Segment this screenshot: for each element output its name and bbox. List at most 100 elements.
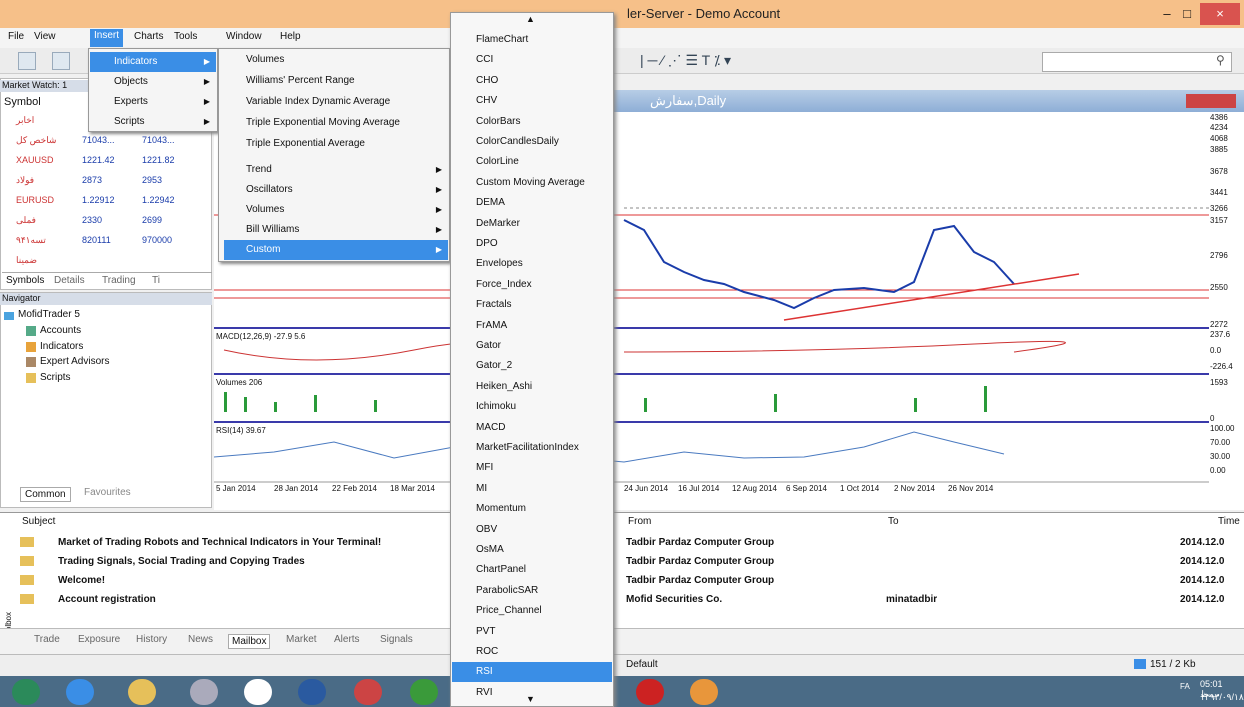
taskbar-lang[interactable]: FA	[1180, 682, 1190, 691]
tab-mailbox[interactable]: Mailbox	[228, 634, 271, 649]
mail-row[interactable]: Trading Signals, Social Trading and Copy…	[20, 553, 1244, 571]
profiles-icon[interactable]	[52, 52, 70, 70]
tab-ti[interactable]: Ti	[152, 275, 160, 286]
indicator-menu-item[interactable]: Volumes	[224, 50, 444, 70]
indicator-category-oscillators[interactable]: Oscillators ▶	[224, 180, 448, 200]
insert-scripts[interactable]: Scripts ▶	[90, 112, 216, 132]
tab-favourites[interactable]: Favourites	[84, 487, 131, 498]
tab-exposure[interactable]: Exposure	[78, 634, 120, 645]
custom-indicator-item[interactable]: ColorLine	[452, 152, 612, 172]
tab-trading[interactable]: Trading	[102, 275, 136, 286]
insert-indicators[interactable]: Indicators ▶	[90, 52, 216, 72]
indicator-menu-item[interactable]: Variable Index Dynamic Average	[224, 92, 444, 112]
custom-indicator-item[interactable]: ColorCandlesDaily	[452, 132, 612, 152]
tab-signals[interactable]: Signals	[380, 634, 413, 645]
custom-indicator-item[interactable]: ChartPanel	[452, 560, 612, 580]
custom-indicator-item[interactable]: MI	[452, 479, 612, 499]
custom-indicator-item[interactable]: PVT	[452, 622, 612, 642]
custom-indicator-item[interactable]: DEMA	[452, 193, 612, 213]
menu-help[interactable]: Help	[276, 31, 305, 42]
custom-indicator-item[interactable]: Fractals	[452, 295, 612, 315]
nav-accounts[interactable]: Accounts	[40, 325, 81, 336]
custom-indicator-item[interactable]: Momentum	[452, 499, 612, 519]
custom-indicator-item[interactable]: MFI	[452, 458, 612, 478]
custom-indicator-item[interactable]: Price_Channel	[452, 601, 612, 621]
indicator-category-bill-williams[interactable]: Bill Williams ▶	[224, 220, 448, 240]
new-chart-icon[interactable]	[18, 52, 36, 70]
tab-news[interactable]: News	[188, 634, 213, 645]
custom-indicator-item[interactable]: Ichimoku	[452, 397, 612, 417]
market-watch-row[interactable]: XAUUSD 1221.42 1221.82	[2, 152, 198, 168]
media-icon[interactable]	[244, 679, 272, 705]
indicator-menu-item[interactable]: Williams' Percent Range	[224, 71, 444, 91]
file-explorer-icon[interactable]	[128, 679, 156, 705]
custom-indicator-item[interactable]: MACD	[452, 418, 612, 438]
chart-window-controls-icon[interactable]	[1186, 94, 1236, 108]
market-watch-row[interactable]: EURUSD 1.22912 1.22942	[2, 192, 198, 208]
custom-indicator-item[interactable]: Gator_2	[452, 356, 612, 376]
custom-indicator-item[interactable]: Force_Index	[452, 275, 612, 295]
market-watch-row[interactable]: فولاد 2873 2953	[2, 172, 198, 188]
custom-indicator-item[interactable]: RVI	[452, 683, 612, 703]
tab-alerts[interactable]: Alerts	[334, 634, 360, 645]
subject-header[interactable]: Subject	[22, 516, 55, 527]
app2-icon[interactable]	[298, 679, 326, 705]
mail-row[interactable]: Welcome! Tadbir Pardaz Computer Group 2014…	[20, 572, 1244, 590]
custom-indicator-item[interactable]: DeMarker	[452, 214, 612, 234]
custom-indicator-item[interactable]: DPO	[452, 234, 612, 254]
custom-indicator-item[interactable]: Gator	[452, 336, 612, 356]
market-watch-row[interactable]: فملی 2330 2699	[2, 212, 198, 228]
symbol-column-header[interactable]: Symbol	[4, 96, 41, 108]
search-icon[interactable]: ⚲	[1216, 53, 1225, 67]
tab-trade[interactable]: Trade	[34, 634, 60, 645]
to-header[interactable]: To	[888, 516, 899, 527]
menu-window[interactable]: Window	[222, 31, 266, 42]
custom-indicator-item[interactable]: Heiken_Ashi	[452, 377, 612, 397]
tab-details[interactable]: Details	[54, 275, 85, 286]
nav-scripts[interactable]: Scripts	[40, 372, 71, 383]
market-watch-row[interactable]: تسه۹۴۱ 820111 970000	[2, 232, 198, 248]
scroll-up-icon[interactable]: ▲	[526, 14, 535, 24]
menu-charts[interactable]: Charts	[130, 31, 167, 42]
taskbar-date[interactable]: ۱۳۹۳/۰۹/۱۸	[1200, 692, 1244, 703]
menu-view[interactable]: View	[30, 31, 60, 42]
custom-indicator-item[interactable]: MarketFacilitationIndex	[452, 438, 612, 458]
start-button-icon[interactable]	[12, 679, 40, 705]
custom-indicator-item[interactable]: OBV	[452, 520, 612, 540]
indicator-category-custom[interactable]: Custom ▶	[224, 240, 448, 260]
time-header[interactable]: Time	[1218, 516, 1240, 527]
custom-indicator-item[interactable]: CCI	[452, 50, 612, 70]
indicator-menu-item[interactable]: Triple Exponential Moving Average	[224, 113, 444, 133]
market-watch-row[interactable]: ضمینا	[2, 252, 198, 268]
custom-indicator-item[interactable]: RSI	[452, 662, 612, 683]
custom-indicator-item[interactable]: ColorBars	[452, 112, 612, 132]
custom-indicator-item[interactable]: Custom Moving Average	[452, 173, 612, 193]
nav-root[interactable]: MofidTrader 5	[18, 309, 80, 320]
custom-indicator-item[interactable]: ROC	[452, 642, 612, 662]
nav-indicators[interactable]: Indicators	[40, 341, 83, 352]
nav-expert-advisors[interactable]: Expert Advisors	[40, 356, 109, 367]
tab-symbols[interactable]: Symbols	[6, 275, 44, 286]
from-header[interactable]: From	[628, 516, 651, 527]
music-icon[interactable]	[410, 679, 438, 705]
custom-indicator-item[interactable]: OsMA	[452, 540, 612, 560]
tab-market[interactable]: Market	[286, 634, 317, 645]
browser-icon[interactable]	[66, 679, 94, 705]
market-watch-row[interactable]: شاخص کل 71043... 71043...	[2, 132, 198, 148]
tab-history[interactable]: History	[136, 634, 167, 645]
menu-tools[interactable]: Tools	[170, 31, 201, 42]
custom-indicator-item[interactable]: CHV	[452, 91, 612, 111]
trader-icon[interactable]	[690, 679, 718, 705]
tab-common[interactable]: Common	[20, 487, 71, 502]
close-button[interactable]: ×	[1200, 3, 1240, 25]
menu-insert[interactable]: Insert	[90, 29, 124, 47]
indicator-category-volumes[interactable]: Volumes ▶	[224, 200, 448, 220]
insert-experts[interactable]: Experts ▶	[90, 92, 216, 112]
maximize-button[interactable]: □	[1172, 3, 1202, 25]
pdf-icon[interactable]	[636, 679, 664, 705]
app-icon[interactable]	[190, 679, 218, 705]
line-tools-icon[interactable]: | ─ ⁄ ⋰ ☰ T ⁒ ▾	[640, 52, 731, 69]
app3-icon[interactable]	[354, 679, 382, 705]
custom-indicator-item[interactable]: FlameChart	[452, 30, 612, 50]
mail-row[interactable]: Market of Trading Robots and Technical I…	[20, 534, 1244, 552]
